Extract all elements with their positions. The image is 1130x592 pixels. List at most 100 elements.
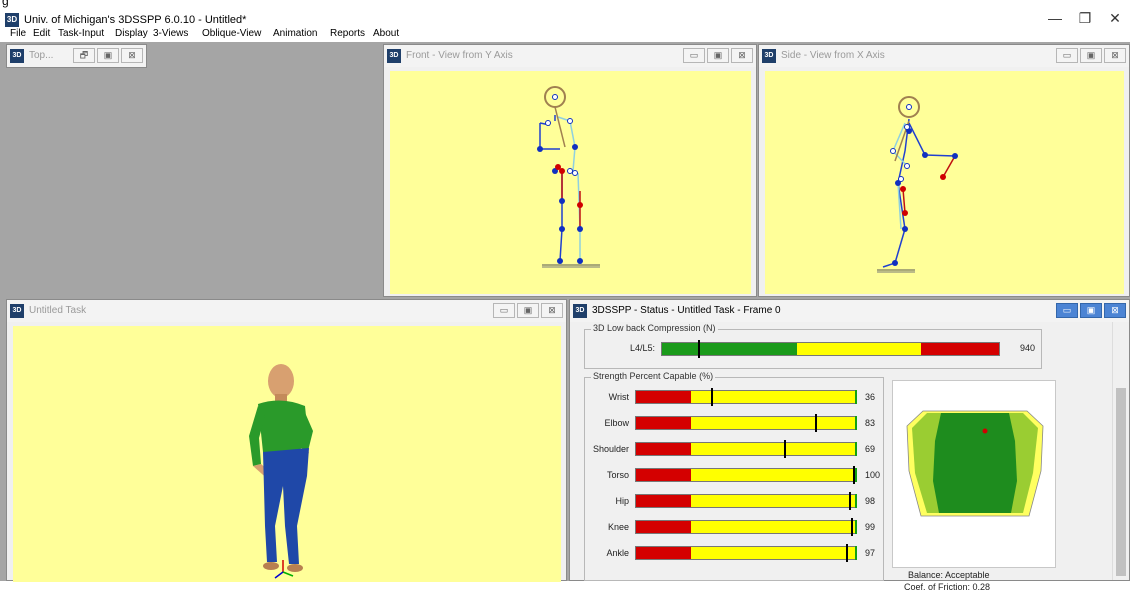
close-button[interactable]: ⊠ (1104, 303, 1126, 318)
strength-label-ankle: Ankle (606, 548, 629, 558)
menu-reports[interactable]: Reports (330, 28, 365, 39)
app-logo-icon: 3D (762, 49, 776, 63)
strength-value-shoulder: 69 (865, 444, 876, 454)
strength-value-hip: 98 (865, 496, 876, 506)
app-titlebar: g 3D Univ. of Michigan's 3DSSPP 6.0.10 -… (0, 0, 1130, 30)
strength-label-knee: Knee (607, 522, 629, 532)
side-view-window: 3D Side - View from X Axis ▭ ▣ ⊠ (758, 44, 1130, 297)
front-view-title: Front - View from Y Axis (406, 50, 513, 61)
close-window-button[interactable]: ✕ (1100, 10, 1130, 27)
strength-bar-end (855, 442, 857, 456)
strength-bar-end (855, 390, 857, 404)
strength-marker-wrist (711, 388, 713, 406)
status-scrollbar[interactable] (1112, 322, 1129, 580)
side-view-titlebar[interactable]: 3D Side - View from X Axis ▭ ▣ ⊠ (759, 45, 1129, 67)
strength-bar-shoulder (635, 442, 857, 456)
task-view-titlebar[interactable]: 3D Untitled Task ▭ ▣ ⊠ (7, 300, 566, 322)
front-view-canvas[interactable] (390, 71, 751, 294)
strength-marker-torso (853, 466, 855, 484)
menu-task-input[interactable]: Task-Input (58, 28, 104, 39)
strength-label-torso: Torso (606, 470, 629, 480)
close-button[interactable]: ⊠ (121, 48, 143, 63)
strength-label-shoulder: Shoulder (592, 444, 629, 454)
strength-bar-end (855, 520, 857, 534)
low-back-legend: 3D Low back Compression (N) (591, 323, 718, 333)
task-view-title: Untitled Task (29, 305, 87, 316)
menu-animation[interactable]: Animation (273, 28, 317, 39)
balance-polygon-chart (906, 410, 1044, 517)
menu-3-views[interactable]: 3-Views (153, 28, 188, 39)
minimize-window-button[interactable]: — (1040, 10, 1070, 26)
app-logo-icon: 3D (10, 49, 24, 63)
strength-marker-ankle (846, 544, 848, 562)
strength-group: Strength Percent Capable (%) Wrist 36 Elbo… (584, 371, 884, 581)
strength-legend: Strength Percent Capable (%) (591, 371, 716, 381)
status-titlebar[interactable]: 3D 3DSSPP - Status - Untitled Task - Fra… (570, 300, 1129, 322)
oblique-view-canvas[interactable] (13, 326, 561, 582)
side-stick-figure (877, 96, 958, 273)
front-view-titlebar[interactable]: 3D Front - View from Y Axis ▭ ▣ ⊠ (384, 45, 756, 67)
strength-bar-wrist (635, 390, 857, 404)
status-body: 3D Low back Compression (N) L4/L5: 940 S… (574, 322, 1112, 592)
app-logo-icon: 3D (10, 304, 24, 318)
l4l5-bar (661, 342, 1000, 356)
strength-bar-ankle (635, 546, 857, 560)
strength-marker-hip (849, 492, 851, 510)
close-button[interactable]: ⊠ (541, 303, 563, 318)
low-back-group: 3D Low back Compression (N) L4/L5: 940 (584, 323, 1042, 369)
menu-edit[interactable]: Edit (33, 28, 50, 39)
maximize-button[interactable]: ▣ (1080, 303, 1102, 318)
status-title: 3DSSPP - Status - Untitled Task - Frame … (592, 305, 781, 316)
app-logo-icon: 3D (5, 13, 19, 27)
strength-value-ankle: 97 (865, 548, 876, 558)
side-view-canvas[interactable] (765, 71, 1124, 294)
close-button[interactable]: ⊠ (1104, 48, 1126, 63)
strength-value-knee: 99 (865, 522, 876, 532)
status-buttons: ▭ ▣ ⊠ (1056, 303, 1126, 318)
strength-label-elbow: Elbow (604, 418, 629, 428)
strength-bar-end (855, 546, 857, 560)
status-window: 3D 3DSSPP - Status - Untitled Task - Fra… (569, 299, 1130, 592)
maximize-button[interactable]: ▣ (97, 48, 119, 63)
menu-about[interactable]: About (373, 28, 399, 39)
side-view-buttons: ▭ ▣ ⊠ (1056, 48, 1126, 63)
strength-bar-elbow (635, 416, 857, 430)
menu-oblique-view[interactable]: Oblique-View (202, 28, 261, 39)
minimize-button[interactable]: ▭ (1056, 303, 1078, 318)
strength-bar-knee (635, 520, 857, 534)
close-button[interactable]: ⊠ (731, 48, 753, 63)
top-view-title: Top... (29, 50, 54, 61)
strength-label-wrist: Wrist (608, 392, 629, 402)
l4l5-value: 940 (1020, 343, 1036, 353)
l4l5-label: L4/L5: (629, 343, 655, 353)
restore-window-button[interactable]: ❐ (1070, 10, 1100, 27)
strength-value-wrist: 36 (865, 392, 876, 402)
cut-off-text: g (2, 0, 9, 8)
menu-file[interactable]: File (10, 28, 26, 39)
strength-bar-hip (635, 494, 857, 508)
front-view-window: 3D Front - View from Y Axis ▭ ▣ ⊠ (383, 44, 757, 297)
strength-value-torso: 100 (865, 470, 881, 480)
minimize-button[interactable]: ▭ (493, 303, 515, 318)
minimize-button[interactable]: ▭ (1056, 48, 1078, 63)
menu-bar: File Edit Task-Input Display 3-Views Obl… (0, 28, 1130, 42)
top-view-window-minimized[interactable]: 3D Top... 🗗 ▣ ⊠ (6, 44, 147, 68)
human-model-3d (249, 364, 313, 579)
side-view-title: Side - View from X Axis (781, 50, 885, 61)
restore-button[interactable]: 🗗 (73, 48, 95, 63)
menu-display[interactable]: Display (115, 28, 148, 39)
l4l5-marker (698, 340, 700, 358)
maximize-button[interactable]: ▣ (1080, 48, 1102, 63)
maximize-button[interactable]: ▣ (517, 303, 539, 318)
front-stick-figure (537, 86, 600, 268)
strength-marker-shoulder (784, 440, 786, 458)
minimize-button[interactable]: ▭ (683, 48, 705, 63)
maximize-button[interactable]: ▣ (707, 48, 729, 63)
strength-bar-end (855, 494, 857, 508)
strength-value-elbow: 83 (865, 418, 876, 428)
top-view-titlebar[interactable]: 3D Top... 🗗 ▣ ⊠ (7, 45, 146, 67)
coef-friction: Coef. of Friction: 0.28 (904, 582, 991, 592)
scrollbar-thumb[interactable] (1116, 388, 1126, 576)
app-title: Univ. of Michigan's 3DSSPP 6.0.10 - Unti… (24, 14, 247, 26)
app-logo-icon: 3D (387, 49, 401, 63)
